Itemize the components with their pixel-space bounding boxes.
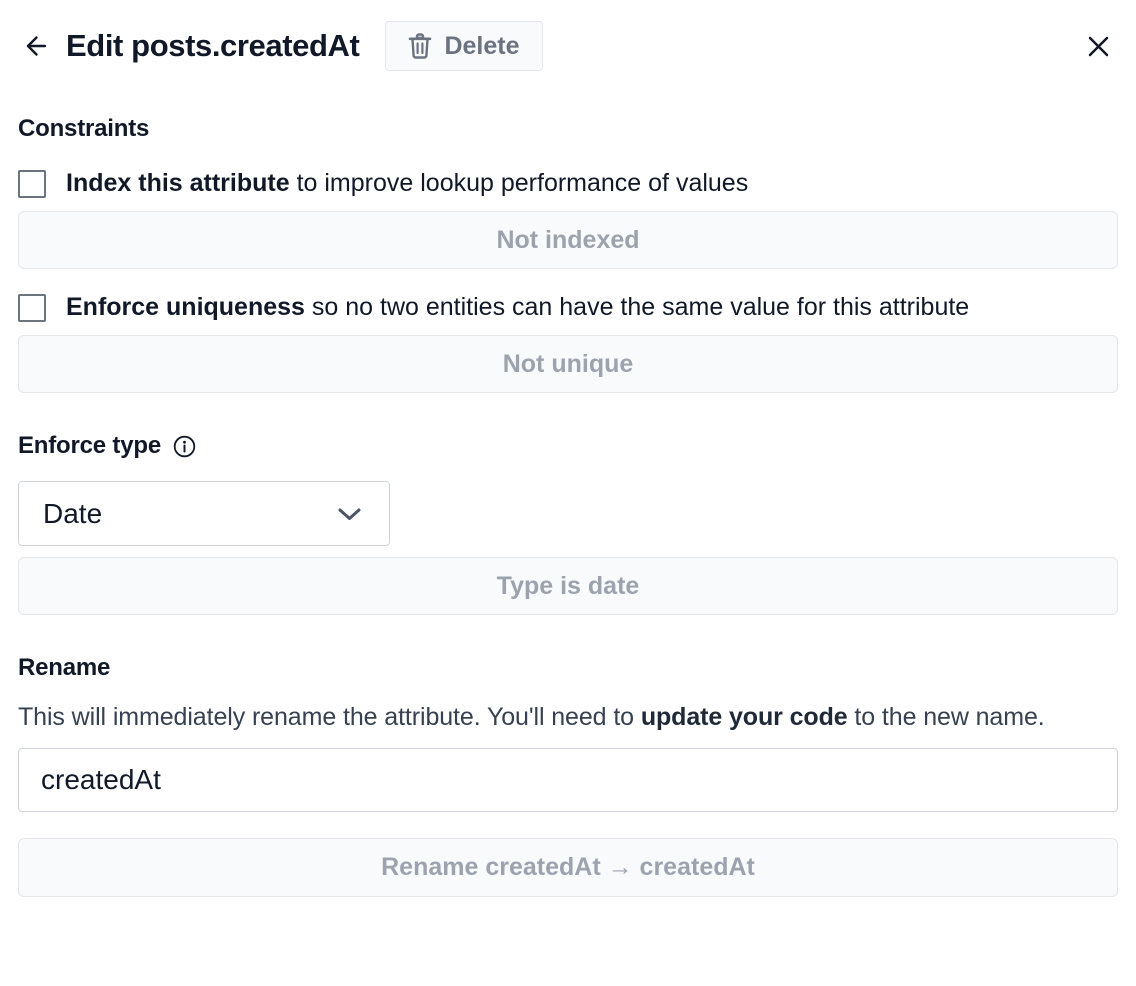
unique-checkbox[interactable] bbox=[18, 294, 46, 322]
constraints-heading: Constraints bbox=[18, 115, 1118, 143]
panel-header: Edit posts.createdAt Delete bbox=[18, 20, 1118, 72]
index-checkbox-row: Index this attribute to improve lookup p… bbox=[18, 169, 1118, 198]
close-icon bbox=[1085, 33, 1112, 60]
chevron-down-icon bbox=[336, 505, 363, 523]
unique-checkbox-label[interactable]: Enforce uniqueness so no two entities ca… bbox=[66, 293, 969, 322]
rename-description: This will immediately rename the attribu… bbox=[18, 696, 1118, 738]
back-button[interactable] bbox=[18, 31, 48, 61]
close-button[interactable] bbox=[1085, 33, 1112, 60]
trash-icon bbox=[408, 33, 432, 59]
rename-input[interactable] bbox=[18, 748, 1118, 812]
index-status-button: Not indexed bbox=[18, 211, 1118, 269]
delete-button-label: Delete bbox=[444, 32, 519, 61]
enforce-type-heading: Enforce type bbox=[18, 432, 1118, 460]
edit-attribute-panel: Edit posts.createdAt Delete Constraints bbox=[0, 20, 1136, 897]
index-checkbox-label[interactable]: Index this attribute to improve lookup p… bbox=[66, 169, 748, 198]
unique-status-button: Not unique bbox=[18, 335, 1118, 393]
rename-heading: Rename bbox=[18, 654, 1118, 682]
type-select-value: Date bbox=[43, 498, 102, 530]
info-icon[interactable] bbox=[173, 435, 196, 458]
unique-checkbox-row: Enforce uniqueness so no two entities ca… bbox=[18, 293, 1118, 322]
page-title: Edit posts.createdAt bbox=[66, 28, 359, 64]
delete-button[interactable]: Delete bbox=[385, 21, 542, 71]
type-status-button: Type is date bbox=[18, 557, 1118, 615]
rename-submit-button: Rename createdAt → createdAt bbox=[18, 838, 1118, 897]
arrow-left-icon bbox=[18, 31, 48, 61]
index-checkbox[interactable] bbox=[18, 170, 46, 198]
type-select[interactable]: Date bbox=[18, 481, 390, 546]
